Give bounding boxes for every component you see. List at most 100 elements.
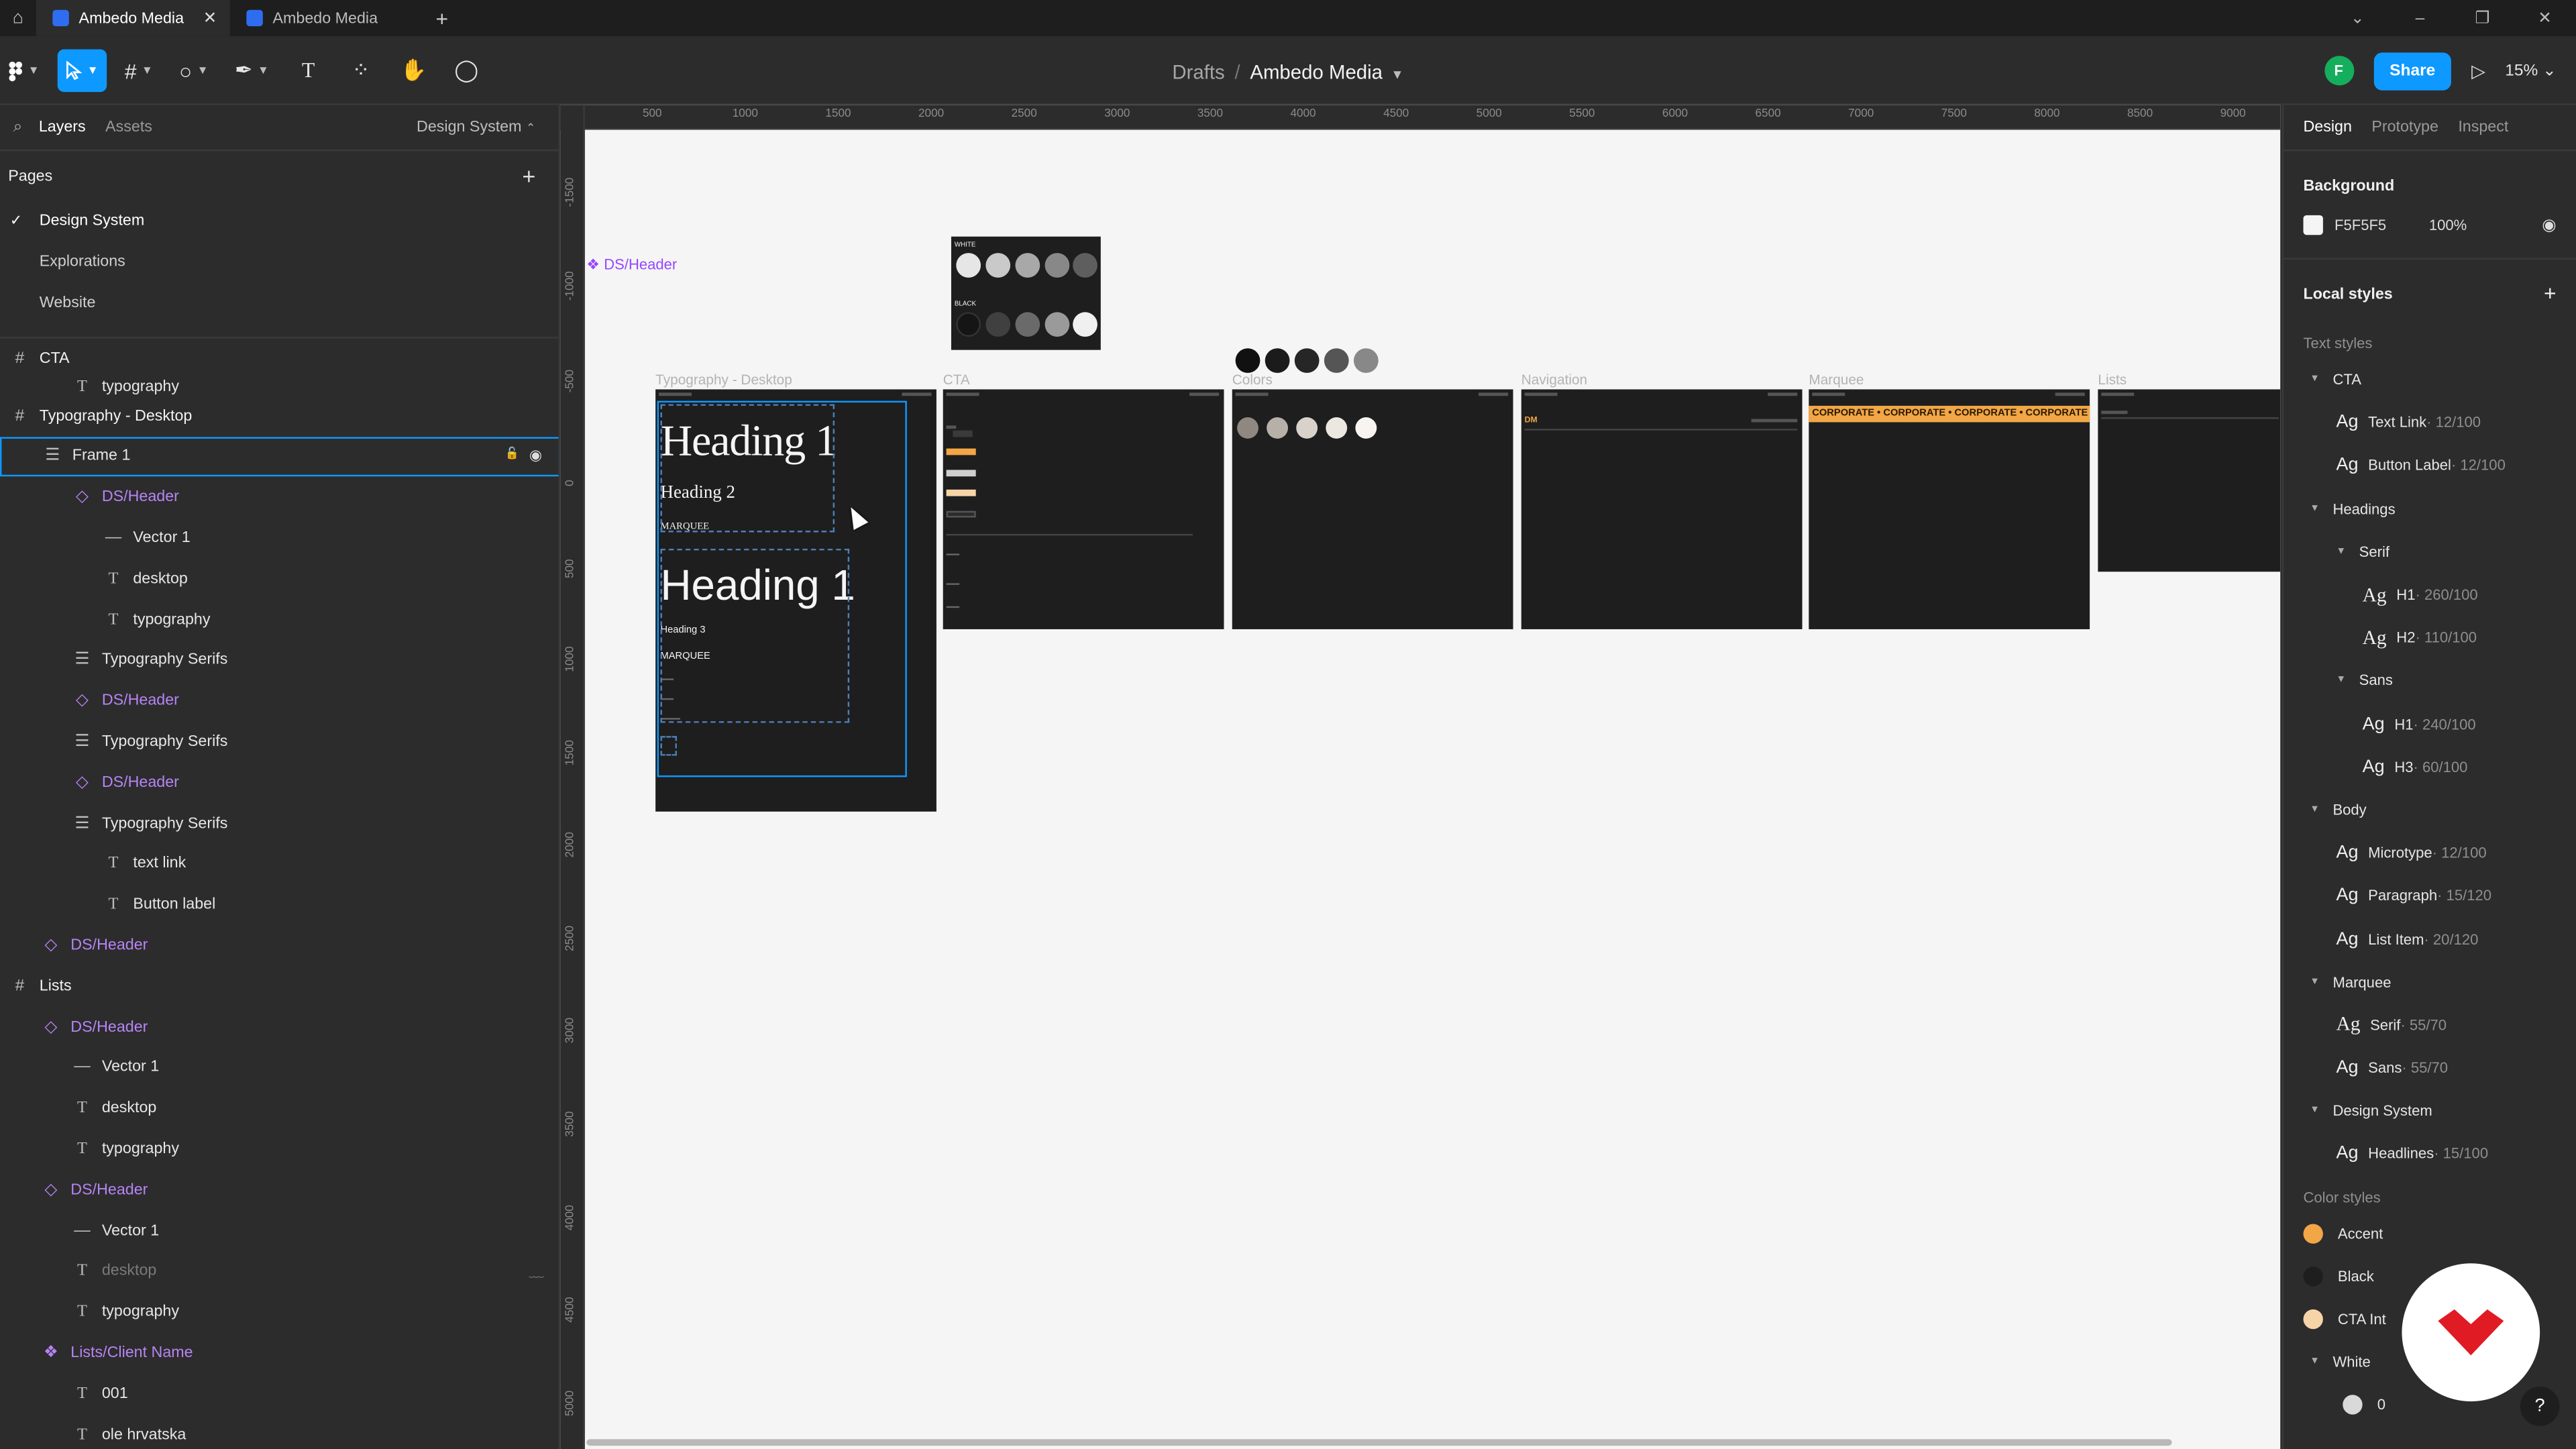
background-hex[interactable]: F5F5F5 [2334,217,2386,233]
file-name[interactable]: Ambedo Media [1250,61,1383,84]
layer-row[interactable]: Ttext link [0,844,559,885]
frame-label-typography[interactable]: Typography - Desktop [655,371,792,387]
background-swatch[interactable] [2303,215,2323,235]
text-style-item[interactable]: Ag List Item · 20/120 [2303,918,2556,961]
hand-tool[interactable]: ✋ [392,49,435,92]
shape-tool[interactable]: ○ ▼ [171,49,217,92]
new-tab-button[interactable]: + [424,6,460,31]
frame-tool[interactable]: # ▼ [117,49,162,92]
collapse-icon[interactable]: ▼ [2310,375,2320,385]
background-opacity[interactable]: 100% [2429,217,2467,233]
comment-tool[interactable]: ◯ [445,49,488,92]
page-item[interactable]: Website [0,282,559,323]
layer-row[interactable]: Ttypography [0,1292,559,1333]
close-window-button[interactable]: ✕ [2514,9,2576,27]
eye-icon[interactable]: ◉ [2542,216,2556,234]
page-item[interactable]: ✓ Design System [0,201,559,241]
pen-tool[interactable]: ✒ ▼ [227,49,278,92]
layer-row[interactable]: ❖ Lists/Client Name [0,1332,559,1373]
text-style-item[interactable]: Ag Headlines · 15/100 [2303,1132,2556,1175]
background-fill-row[interactable]: F5F5F5 100% ◉ [2303,215,2557,235]
style-group[interactable]: ▼ Headings [2303,487,2556,530]
colors-frame[interactable] [1232,389,1513,629]
page-selector[interactable]: Design System ⌃ [417,118,535,136]
lists-frame[interactable] [2098,389,2281,572]
add-style-icon[interactable]: + [2544,281,2557,306]
tab-prototype[interactable]: Prototype [2371,118,2438,136]
layer-row[interactable]: ◇ DS/Header [0,681,559,722]
layer-row[interactable]: — Vector 1 [0,518,559,559]
home-icon[interactable]: ⌂ [0,0,36,36]
horizontal-scrollbar[interactable] [586,1439,2172,1446]
selection-frame-1[interactable] [657,400,907,777]
layer-row[interactable]: Tdesktop ﹏ [0,1251,559,1292]
frame-label-lists[interactable]: Lists [2098,371,2127,387]
layer-row[interactable]: Ttypography [0,1129,559,1170]
layer-row[interactable]: — Vector 1 [0,1210,559,1251]
palette-frame[interactable]: WHITE BLACK [951,236,1101,350]
style-group[interactable]: ▼ Design System [2303,1089,2556,1132]
marquee-frame[interactable]: CORPORATE • CORPORATE • CORPORATE • CORP… [1809,389,2090,629]
frame-label-colors[interactable]: Colors [1232,371,1273,387]
resources-tool[interactable]: ⁘ [339,49,382,92]
layer-row[interactable]: # Typography - Desktop [0,396,559,437]
move-tool[interactable]: ▼ [57,49,107,93]
layer-row[interactable]: Tole hrvatska [0,1414,559,1449]
color-style-item[interactable]: Accent [2303,1212,2556,1254]
ds-header-component-label[interactable]: ❖ DS/Header [586,256,677,274]
present-play-icon[interactable]: ▷ [2471,60,2485,81]
layer-row[interactable]: ☰ Typography Serifs [0,803,559,844]
canvas[interactable]: 500 1000 1500 2000 2500 3000 3500 4000 4500 5000 5… [560,105,2281,1449]
tab-file-2[interactable]: Ambedo Media [230,0,424,36]
color-dot[interactable] [1265,348,1290,373]
layer-row[interactable]: ☰ Frame 1 🔓 ◉ [0,436,559,478]
text-style-item[interactable]: Ag Microtype · 12/100 [2303,831,2556,874]
color-dot[interactable] [1235,348,1260,373]
hidden-eye-icon[interactable]: ﹏ [529,1260,544,1282]
text-style-item[interactable]: Ag H1 · 240/100 [2303,702,2556,745]
layer-row[interactable]: ☰ Typography Serifs [0,640,559,681]
layer-row[interactable]: Tdesktop [0,559,559,600]
style-group[interactable]: ▼ Serif [2303,530,2556,573]
typography-desktop-frame[interactable]: Heading 1 Heading 2 MARQUEE Heading 1 He… [655,389,936,812]
layer-row[interactable]: # Lists [0,966,559,1007]
breadcrumb-drafts[interactable]: Drafts [1172,61,1224,84]
search-icon[interactable]: ⌕ [13,118,23,136]
text-style-item[interactable]: Ag Sans · 55/70 [2303,1046,2556,1089]
minimize-button[interactable]: – [2389,9,2451,27]
tabs-dropdown-icon[interactable]: ⌄ [2326,9,2389,27]
text-style-item[interactable]: Ag Text Link · 12/100 [2303,401,2556,444]
collapse-icon[interactable]: ▼ [2310,504,2320,514]
navigation-frame[interactable]: DM [1521,389,1803,629]
restore-button[interactable]: ❐ [2451,9,2514,27]
text-tool[interactable]: T [287,49,330,92]
lock-icon[interactable]: 🔓 [505,447,519,466]
color-dot[interactable] [1353,348,1379,373]
share-button[interactable]: Share [2373,52,2452,90]
collapse-icon[interactable]: ▼ [2336,676,2346,686]
main-menu-button[interactable]: ▼ [0,49,48,92]
text-style-item[interactable]: Ag Serif · 55/70 [2303,1004,2556,1046]
collapse-icon[interactable]: ▼ [2310,977,2320,987]
color-dot[interactable] [1324,348,1349,373]
text-style-item[interactable]: Ag H3 · 60/100 [2303,745,2556,788]
collapse-icon[interactable]: ▼ [2310,1106,2320,1116]
tab-assets[interactable]: Assets [105,118,152,136]
frame-label-navigation[interactable]: Navigation [1521,371,1587,387]
layer-row[interactable]: ◇ DS/Header [0,477,559,518]
page-item[interactable]: Explorations [0,241,559,282]
layer-row[interactable]: ◇ DS/Header [0,762,559,803]
style-group[interactable]: ▼ Marquee [2303,961,2556,1004]
layer-row[interactable]: # CTA [0,338,559,379]
color-dot[interactable] [1294,348,1320,373]
add-page-icon[interactable]: + [522,162,535,189]
help-button[interactable]: ? [2520,1386,2560,1426]
text-style-item[interactable]: Ag H2 · 110/100 [2303,616,2556,659]
close-tab-icon[interactable]: ✕ [203,9,217,27]
style-group[interactable]: ▼ Sans [2303,659,2556,702]
brand-logo-bubble[interactable] [2402,1263,2540,1401]
collapse-icon[interactable]: ▼ [2310,1357,2320,1367]
layer-row[interactable]: T Button label [0,884,559,925]
layer-row[interactable]: ◇ DS/Header [0,1170,559,1211]
text-style-item[interactable]: Ag Button Label · 12/100 [2303,444,2556,487]
